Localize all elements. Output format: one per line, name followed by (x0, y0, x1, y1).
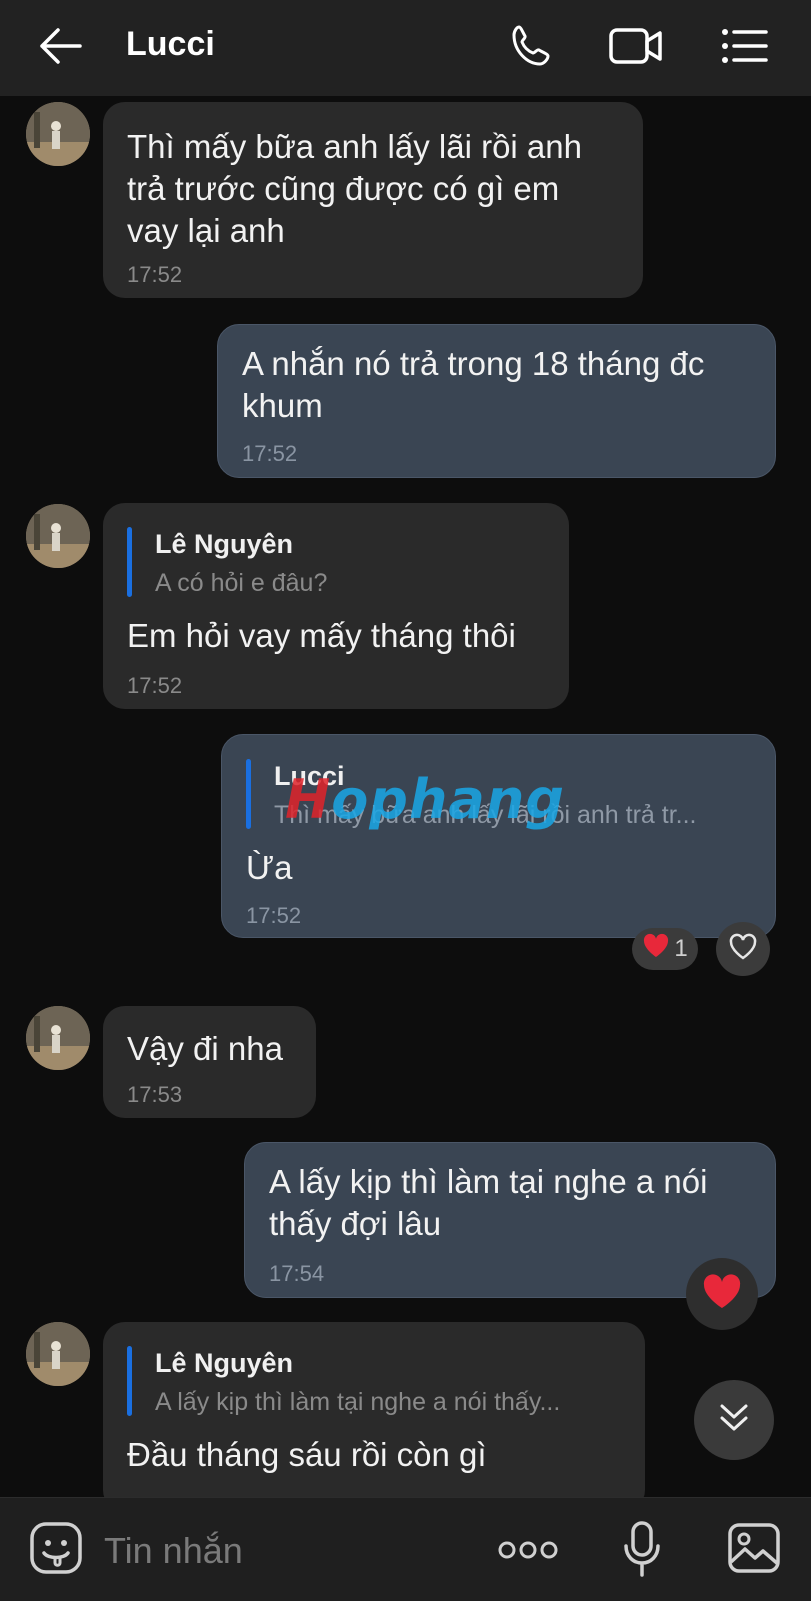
quote-bar (246, 759, 251, 829)
message-time: 17:52 (127, 262, 183, 287)
heart-icon (728, 933, 758, 966)
message-time: 17:52 (242, 441, 298, 466)
more-dots-icon[interactable] (496, 1530, 560, 1570)
message-time: 17:54 (269, 1261, 325, 1286)
phone-icon[interactable] (504, 18, 560, 74)
reaction-summary[interactable]: 1 (632, 928, 698, 970)
chat-header: Lucci (0, 0, 811, 96)
react-button[interactable] (716, 922, 770, 976)
heart-icon (642, 933, 670, 966)
incoming-message[interactable]: Thì mấy bữa anh lấy lãi rồi anh trả trướ… (103, 102, 643, 298)
outgoing-reply-message[interactable]: Lucci Thì mấy bữa anh lấy lãi rồi anh tr… (221, 734, 776, 938)
message-time: 17:52 (246, 903, 302, 928)
message-text: Vậy đi nha (127, 1030, 283, 1067)
message-composer: Tin nhắn (0, 1497, 811, 1601)
message-input[interactable]: Tin nhắn (104, 1530, 243, 1572)
incoming-reply-message[interactable]: Lê Nguyên A có hỏi e đâu? Em hỏi vay mấy… (103, 503, 569, 709)
incoming-message[interactable]: Vậy đi nha 17:53 (103, 1006, 316, 1118)
avatar[interactable] (26, 504, 90, 568)
quote-text[interactable]: A có hỏi e đâu? (155, 569, 327, 598)
menu-list-icon[interactable] (716, 18, 772, 74)
quote-author: Lê Nguyên (155, 1348, 294, 1378)
message-time: 17:52 (127, 673, 183, 698)
avatar[interactable] (26, 1322, 90, 1386)
back-arrow-icon[interactable] (32, 18, 88, 74)
message-text: Đầu tháng sáu rồi còn gì (127, 1436, 487, 1473)
scroll-to-bottom-button[interactable] (694, 1380, 774, 1460)
chevron-double-down-icon (716, 1400, 752, 1441)
reaction-badge[interactable] (686, 1258, 758, 1330)
message-text: A lấy kịp thì làm tại nghe a nói thấy đợ… (269, 1163, 708, 1242)
reaction-count: 1 (674, 935, 688, 962)
watermark: Hophang (285, 768, 565, 831)
sticker-icon[interactable] (28, 1520, 84, 1576)
message-text: Em hỏi vay mấy tháng thôi (127, 617, 516, 654)
image-icon[interactable] (726, 1520, 782, 1576)
quote-bar (127, 527, 132, 597)
message-text: Ừa (246, 849, 293, 886)
incoming-reply-message[interactable]: Lê Nguyên A lấy kịp thì làm tại nghe a n… (103, 1322, 645, 1512)
outgoing-message[interactable]: A nhắn nó trả trong 18 tháng đc khum 17:… (217, 324, 776, 478)
message-text: A nhắn nó trả trong 18 tháng đc khum (242, 345, 705, 424)
avatar[interactable] (26, 102, 90, 166)
video-call-icon[interactable] (608, 18, 664, 74)
microphone-icon[interactable] (618, 1518, 666, 1580)
quote-author: Lê Nguyên (155, 529, 294, 559)
avatar[interactable] (26, 1006, 90, 1070)
message-time: 17:53 (127, 1082, 183, 1107)
quote-bar (127, 1346, 132, 1416)
message-text: Thì mấy bữa anh lấy lãi rồi anh trả trướ… (127, 128, 582, 249)
quote-text[interactable]: A lấy kịp thì làm tại nghe a nói thấy... (155, 1388, 560, 1417)
heart-icon (701, 1273, 743, 1316)
contact-name[interactable]: Lucci (126, 20, 215, 68)
